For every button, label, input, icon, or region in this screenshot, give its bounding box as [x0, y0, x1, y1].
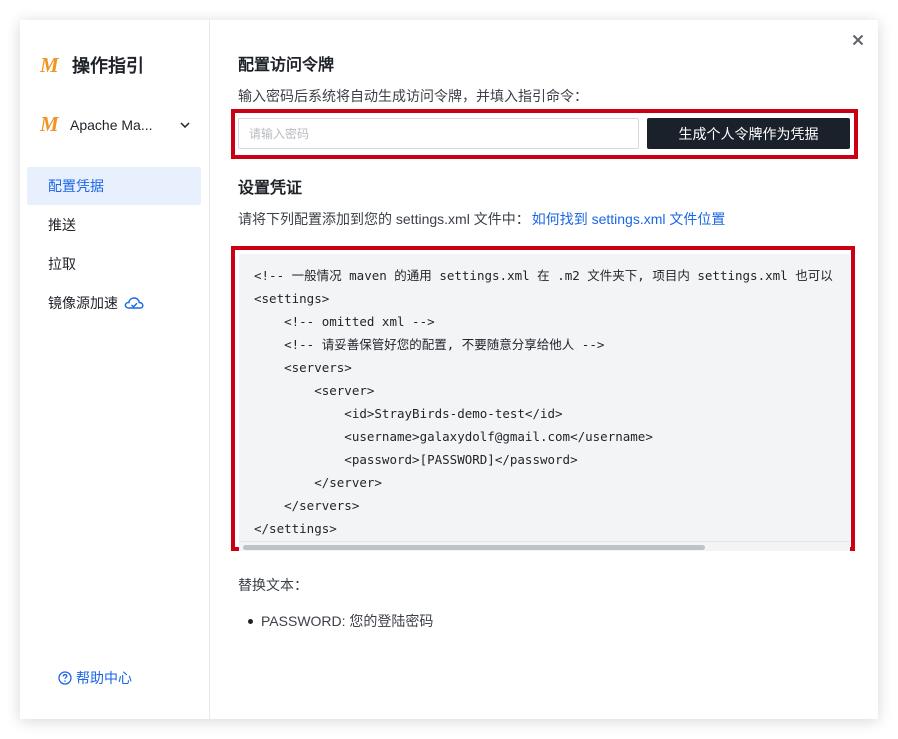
list-item: PASSWORD: 您的登陆密码	[248, 611, 433, 631]
sidebar-item-label: 拉取	[48, 256, 76, 272]
sidebar-item-label: 镜像源加速	[48, 295, 118, 311]
repo-select[interactable]: M Apache Ma...	[40, 112, 192, 137]
main-content: 配置访问令牌 输入密码后系统将自动生成访问令牌，并填入指引命令： 生成个人令牌作…	[210, 20, 878, 719]
sidebar-title: 操作指引	[72, 56, 144, 76]
password-input[interactable]	[238, 118, 639, 149]
repo-maven-logo-icon: M	[40, 112, 59, 136]
help-center-label: 帮助中心	[76, 670, 132, 686]
replacement-text: PASSWORD: 您的登陆密码	[261, 613, 434, 629]
token-section-title: 配置访问令牌	[238, 57, 335, 74]
code-horizontal-scrollbar[interactable]	[239, 541, 850, 551]
settings-location-link[interactable]: 如何找到 settings.xml 文件位置	[532, 211, 726, 227]
sidebar-item-label: 推送	[48, 217, 76, 233]
code-scrollbar-thumb[interactable]	[243, 545, 705, 550]
generate-token-button[interactable]: 生成个人令牌作为凭据	[647, 118, 850, 149]
help-center-link[interactable]: 帮助中心	[58, 668, 132, 688]
operation-guide-dialog: M 操作指引 M Apache Ma... 配置凭据 推送 拉取 镜像源加速 帮…	[20, 20, 878, 719]
sidebar-header: M 操作指引	[40, 52, 144, 78]
bullet-dot	[248, 618, 253, 624]
token-section-description: 输入密码后系统将自动生成访问令牌，并填入指引命令：	[238, 88, 588, 104]
sidebar-item-push[interactable]: 推送	[27, 206, 201, 244]
maven-logo-icon: M	[40, 52, 59, 77]
sidebar-item-label: 配置凭据	[48, 178, 104, 194]
repo-name: Apache Ma...	[70, 116, 153, 133]
question-circle-icon	[58, 671, 72, 685]
sidebar-item-mirror-acceleration[interactable]: 镜像源加速	[27, 284, 201, 322]
credential-section-description: 请将下列配置添加到您的 settings.xml 文件中： 如何找到 settin…	[238, 209, 725, 229]
sidebar-item-pull[interactable]: 拉取	[27, 245, 201, 283]
settings-xml-code: <!-- 一般情况 maven 的通用 settings.xml 在 .m2 文…	[254, 268, 833, 536]
sidebar-nav: 配置凭据 推送 拉取 镜像源加速	[27, 167, 201, 323]
close-icon[interactable]	[850, 32, 866, 48]
chevron-down-icon	[180, 121, 190, 128]
credential-description-text: 请将下列配置添加到您的 settings.xml 文件中：	[238, 211, 530, 227]
settings-xml-code-block[interactable]: <!-- 一般情况 maven 的通用 settings.xml 在 .m2 文…	[239, 254, 850, 542]
sidebar-item-credentials[interactable]: 配置凭据	[27, 167, 201, 205]
sidebar: M 操作指引 M Apache Ma... 配置凭据 推送 拉取 镜像源加速 帮…	[20, 20, 210, 719]
replace-text-title: 替换文本：	[238, 577, 308, 593]
cloud-icon	[124, 297, 144, 309]
credential-section-title: 设置凭证	[238, 180, 303, 197]
